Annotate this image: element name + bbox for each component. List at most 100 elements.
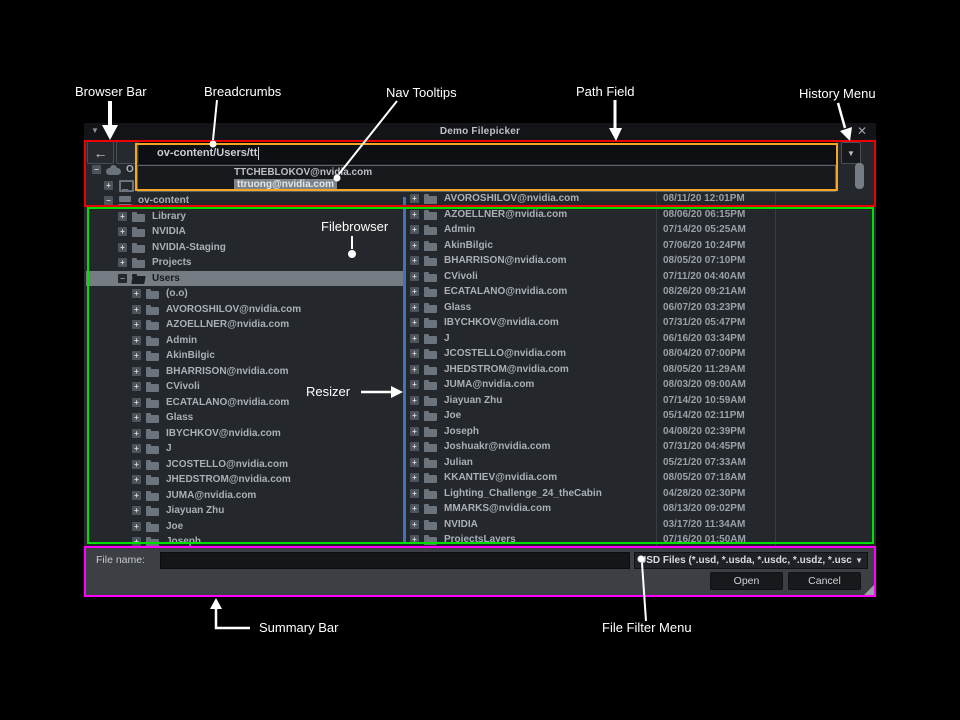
file-list-row[interactable]: +AVOROSHILOV@nvidia.com08/11/20 12:01PM	[406, 191, 874, 207]
expand-toggle-icon[interactable]: +	[410, 535, 419, 544]
expand-toggle-icon[interactable]: +	[410, 442, 419, 451]
tree-row[interactable]: +Joseph	[86, 534, 403, 547]
file-list-row[interactable]: +Joseph04/08/20 02:39PM	[406, 424, 874, 440]
expand-toggle-icon[interactable]: +	[118, 212, 127, 221]
tree-row[interactable]: +NVIDIA-Staging	[86, 240, 403, 256]
tree-row[interactable]: +Glass	[86, 410, 403, 426]
expand-toggle-icon[interactable]: +	[132, 398, 141, 407]
expand-toggle-icon[interactable]: +	[132, 351, 141, 360]
tree-row[interactable]: −Users	[86, 271, 403, 287]
expand-toggle-icon[interactable]: +	[410, 520, 419, 529]
expand-toggle-icon[interactable]: +	[410, 194, 419, 203]
tree-row[interactable]: +AVOROSHILOV@nvidia.com	[86, 302, 403, 318]
window-collapse-icon[interactable]: ▼	[91, 126, 99, 135]
tree-row[interactable]: +BHARRISON@nvidia.com	[86, 364, 403, 380]
expand-toggle-icon[interactable]: +	[410, 411, 419, 420]
file-list-row[interactable]: +Joshuakr@nvidia.com07/31/20 04:45PM	[406, 439, 874, 455]
file-list-row[interactable]: +JHEDSTROM@nvidia.com08/05/20 11:29AM	[406, 362, 874, 378]
tree-row[interactable]: +Admin	[86, 333, 403, 349]
expand-toggle-icon[interactable]: +	[104, 181, 113, 190]
panel-resizer[interactable]	[403, 197, 406, 544]
expand-toggle-icon[interactable]: +	[118, 227, 127, 236]
expand-toggle-icon[interactable]: +	[410, 489, 419, 498]
expand-toggle-icon[interactable]: +	[132, 506, 141, 515]
cancel-button[interactable]: Cancel	[788, 572, 861, 590]
back-button[interactable]: ←	[87, 141, 114, 164]
collapse-toggle-icon[interactable]: −	[104, 196, 113, 205]
tree-row[interactable]: +IBYCHKOV@nvidia.com	[86, 426, 403, 442]
expand-toggle-icon[interactable]: +	[132, 475, 141, 484]
expand-toggle-icon[interactable]: +	[410, 334, 419, 343]
expand-toggle-icon[interactable]: +	[132, 367, 141, 376]
expand-toggle-icon[interactable]: +	[410, 241, 419, 250]
expand-toggle-icon[interactable]: +	[410, 396, 419, 405]
expand-toggle-icon[interactable]: +	[410, 256, 419, 265]
file-list-row[interactable]: +ECATALANO@nvidia.com08/26/20 09:21AM	[406, 284, 874, 300]
tree-row[interactable]: +JUMA@nvidia.com	[86, 488, 403, 504]
expand-toggle-icon[interactable]: +	[132, 522, 141, 531]
file-list-row[interactable]: +BHARRISON@nvidia.com08/05/20 07:10PM	[406, 253, 874, 269]
file-list-row[interactable]: +CVivoli07/11/20 04:40AM	[406, 269, 874, 285]
file-list-row[interactable]: +Julian05/21/20 07:33AM	[406, 455, 874, 471]
tree-row[interactable]: +JHEDSTROM@nvidia.com	[86, 472, 403, 488]
tree-row[interactable]: +(o.o)	[86, 286, 403, 302]
expand-toggle-icon[interactable]: +	[410, 210, 419, 219]
expand-toggle-icon[interactable]: +	[132, 336, 141, 345]
tree-row[interactable]: +AZOELLNER@nvidia.com	[86, 317, 403, 333]
tree-row[interactable]: +Projects	[86, 255, 403, 271]
expand-toggle-icon[interactable]: +	[132, 429, 141, 438]
expand-toggle-icon[interactable]: +	[118, 243, 127, 252]
path-field[interactable]: ov-content/Users/tt	[139, 142, 836, 164]
collapse-toggle-icon[interactable]: −	[92, 165, 101, 174]
expand-toggle-icon[interactable]: +	[132, 444, 141, 453]
expand-toggle-icon[interactable]: +	[118, 258, 127, 267]
file-list-row[interactable]: +MMARKS@nvidia.com08/13/20 09:02PM	[406, 501, 874, 517]
expand-toggle-icon[interactable]: +	[410, 427, 419, 436]
open-button[interactable]: Open	[710, 572, 783, 590]
file-list-row[interactable]: +IBYCHKOV@nvidia.com07/31/20 05:47PM	[406, 315, 874, 331]
file-list-row[interactable]: +Joe05/14/20 02:11PM	[406, 408, 874, 424]
file-list-row[interactable]: +Glass06/07/20 03:23PM	[406, 300, 874, 316]
file-list-row[interactable]: +JUMA@nvidia.com08/03/20 09:00AM	[406, 377, 874, 393]
tree-row[interactable]: +Joe	[86, 519, 403, 535]
close-icon[interactable]: ✕	[857, 124, 867, 138]
file-filter-menu[interactable]: USD Files (*.usd, *.usda, *.usdc, *.usdz…	[634, 552, 868, 569]
file-list-row[interactable]: +Jiayuan Zhu07/14/20 10:59AM	[406, 393, 874, 409]
scrollbar-thumb[interactable]	[855, 163, 864, 189]
expand-toggle-icon[interactable]: +	[132, 413, 141, 422]
file-list-row[interactable]: +Admin07/14/20 05:25AM	[406, 222, 874, 238]
file-list-row[interactable]: +ProjectsLayers07/16/20 01:50AM	[406, 532, 874, 547]
expand-toggle-icon[interactable]: +	[410, 272, 419, 281]
file-list-row[interactable]: +AZOELLNER@nvidia.com08/06/20 06:15PM	[406, 207, 874, 223]
expand-toggle-icon[interactable]: +	[132, 289, 141, 298]
expand-toggle-icon[interactable]: +	[410, 380, 419, 389]
expand-toggle-icon[interactable]: +	[132, 491, 141, 500]
file-list-row[interactable]: +KKANTIEV@nvidia.com08/05/20 07:18AM	[406, 470, 874, 486]
file-list-row[interactable]: +Lighting_Challenge_24_theCabin04/28/20 …	[406, 486, 874, 502]
expand-toggle-icon[interactable]: +	[132, 320, 141, 329]
expand-toggle-icon[interactable]: +	[410, 504, 419, 513]
tree-row[interactable]: +CVivoli	[86, 379, 403, 395]
expand-toggle-icon[interactable]: +	[410, 365, 419, 374]
tooltip-item-highlighted[interactable]: ttruong@nvidia.com	[138, 179, 835, 191]
resize-grip[interactable]	[863, 584, 875, 596]
history-menu-button[interactable]: ▼	[841, 142, 861, 164]
tree-row[interactable]: +ECATALANO@nvidia.com	[86, 395, 403, 411]
expand-toggle-icon[interactable]: +	[410, 225, 419, 234]
tree-row[interactable]: +AkinBilgic	[86, 348, 403, 364]
tree-row[interactable]: +J	[86, 441, 403, 457]
forward-button[interactable]	[116, 141, 138, 164]
tooltip-item[interactable]: TTCHEBLOKOV@nvidia.com	[138, 167, 835, 179]
file-name-input[interactable]	[160, 552, 630, 569]
file-list-row[interactable]: +NVIDIA03/17/20 11:34AM	[406, 517, 874, 533]
expand-toggle-icon[interactable]: +	[410, 303, 419, 312]
expand-toggle-icon[interactable]: +	[410, 458, 419, 467]
file-list-row[interactable]: +AkinBilgic07/06/20 10:24PM	[406, 238, 874, 254]
expand-toggle-icon[interactable]: +	[132, 460, 141, 469]
file-list-row[interactable]: +JCOSTELLO@nvidia.com08/04/20 07:00PM	[406, 346, 874, 362]
file-list-row[interactable]: +J06/16/20 03:34PM	[406, 331, 874, 347]
expand-toggle-icon[interactable]: +	[410, 349, 419, 358]
expand-toggle-icon[interactable]: +	[132, 537, 141, 546]
expand-toggle-icon[interactable]: +	[132, 305, 141, 314]
expand-toggle-icon[interactable]: +	[132, 382, 141, 391]
